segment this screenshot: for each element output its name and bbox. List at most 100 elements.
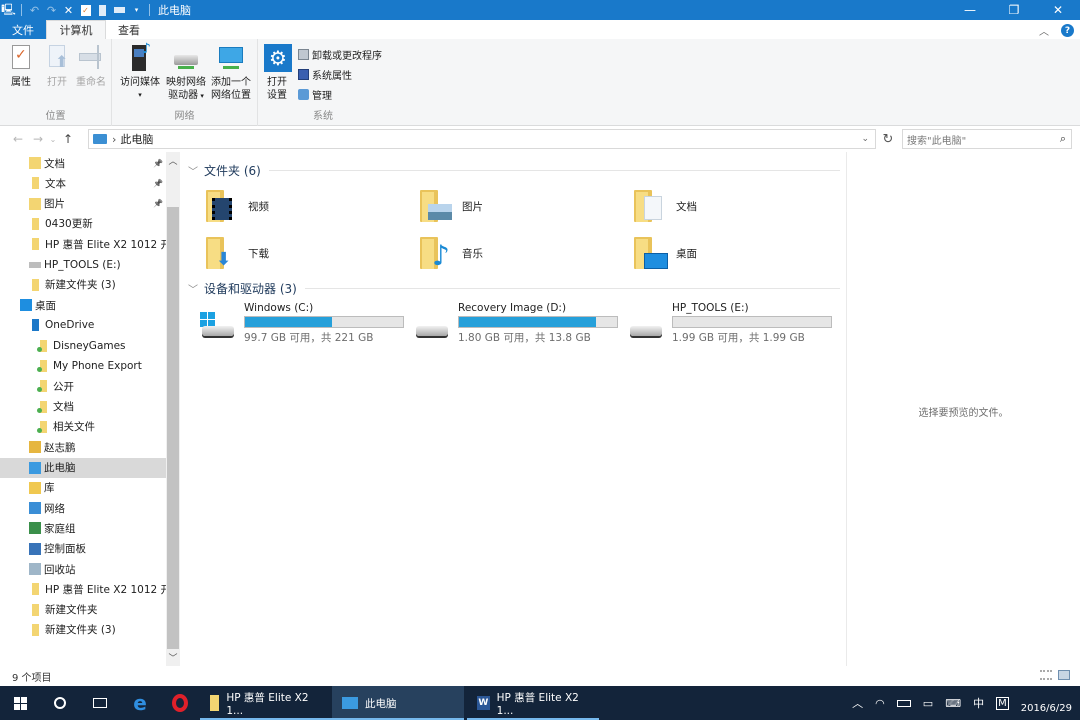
nav-item[interactable]: OneDrive bbox=[0, 315, 94, 335]
search-input[interactable]: 搜索"此电脑" ⌕ bbox=[902, 129, 1072, 149]
action-center-icon[interactable]: ▭ bbox=[923, 697, 933, 710]
nav-item[interactable]: 赵志鹏 bbox=[0, 437, 76, 457]
details-view-icon[interactable] bbox=[1040, 670, 1052, 680]
collapse-chevron-icon[interactable]: ﹀ bbox=[188, 281, 198, 296]
nav-item[interactable]: HP 惠普 Elite X2 1012 开箱 bbox=[0, 579, 166, 599]
access-media-button[interactable]: ♪ 访问媒体 ▾ bbox=[118, 42, 162, 102]
taskbar-app-word[interactable]: W HP 惠普 Elite X2 1... bbox=[467, 686, 599, 720]
pin-icon[interactable]: 📌 bbox=[153, 179, 163, 188]
address-field[interactable]: › 此电脑 ⌄ bbox=[88, 129, 876, 149]
edge-button[interactable]: e bbox=[120, 686, 160, 720]
nav-item[interactable]: 0430更新 bbox=[0, 214, 93, 234]
drives-section-header[interactable]: ﹀ 设备和驱动器 (3) bbox=[188, 280, 840, 297]
nav-item[interactable]: HP_TOOLS (E:) bbox=[0, 255, 121, 275]
recent-locations-button[interactable]: ⌄ bbox=[48, 135, 58, 144]
breadcrumb-this-pc[interactable]: 此电脑 bbox=[120, 131, 153, 147]
folder-tile[interactable]: ♪ 音乐 bbox=[418, 235, 483, 272]
delete-icon[interactable]: ✕ bbox=[60, 0, 77, 20]
redo-icon[interactable]: ↷ bbox=[43, 0, 60, 20]
clock[interactable]: 2016/6/29 bbox=[1021, 691, 1072, 715]
pin-icon[interactable]: 📌 bbox=[153, 159, 163, 168]
up-button[interactable]: ↑ bbox=[58, 132, 78, 146]
drive-tile[interactable]: Windows (C:) 99.7 GB 可用，共 221 GB bbox=[198, 302, 408, 348]
folder-tile[interactable]: ⬇ 下载 bbox=[204, 235, 269, 271]
wifi-icon[interactable]: ◠ bbox=[875, 697, 885, 710]
open-button[interactable]: ⬆ 打开 bbox=[42, 43, 72, 89]
minimize-button[interactable]: — bbox=[948, 0, 992, 20]
show-hidden-icons-chevron-icon[interactable]: ︿ bbox=[852, 695, 863, 711]
taskbar-app-explorer-folder[interactable]: HP 惠普 Elite X2 1... bbox=[200, 686, 332, 720]
tab-view[interactable]: 查看 bbox=[106, 20, 152, 39]
restore-button[interactable]: ❐ bbox=[992, 0, 1036, 20]
folders-section-header[interactable]: ﹀ 文件夹 (6) bbox=[188, 162, 840, 179]
folder-tile[interactable]: 视频 bbox=[204, 188, 269, 224]
collapse-chevron-icon[interactable]: ﹀ bbox=[188, 163, 198, 178]
folder-tile[interactable]: 图片 bbox=[418, 188, 483, 224]
drive-tile[interactable]: HP_TOOLS (E:) 1.99 GB 可用，共 1.99 GB bbox=[626, 302, 836, 348]
manage-button[interactable]: 管理 bbox=[298, 87, 332, 102]
nav-item[interactable]: My Phone Export bbox=[0, 356, 142, 376]
collapse-ribbon-icon[interactable]: ︿ bbox=[1039, 23, 1049, 38]
open-settings-button[interactable]: ⚙ 打开 设置 bbox=[262, 43, 292, 102]
nav-item[interactable]: 库 bbox=[0, 478, 55, 498]
nav-item[interactable]: 新建文件夹 bbox=[0, 600, 98, 620]
cortana-button[interactable] bbox=[40, 686, 80, 720]
folder-tile[interactable]: 文档 bbox=[632, 188, 697, 224]
address-dropdown-icon[interactable]: ⌄ bbox=[861, 134, 869, 144]
nav-item[interactable]: HP 惠普 Elite X2 1012 开箱 bbox=[0, 234, 166, 254]
touch-keyboard-icon[interactable]: ⌨ bbox=[945, 697, 961, 710]
rename-icon[interactable] bbox=[111, 0, 128, 20]
nav-item[interactable]: 网络 bbox=[0, 498, 65, 518]
system-properties-button[interactable]: 系统属性 bbox=[298, 67, 352, 82]
close-button[interactable]: ✕ bbox=[1036, 0, 1080, 20]
scroll-down-icon[interactable]: ﹀ bbox=[166, 651, 180, 664]
nav-item[interactable]: 文档 bbox=[0, 397, 74, 417]
tab-file[interactable]: 文件 bbox=[0, 20, 46, 39]
search-icon[interactable]: ⌕ bbox=[1060, 132, 1066, 146]
pin-icon[interactable]: 📌 bbox=[153, 199, 163, 208]
breadcrumb-separator[interactable]: › bbox=[112, 133, 116, 146]
nav-item[interactable]: 家庭组 bbox=[0, 518, 76, 538]
start-button[interactable] bbox=[0, 686, 40, 720]
rename-button[interactable]: 重命名 bbox=[74, 43, 108, 89]
refresh-button[interactable]: ↻ bbox=[878, 129, 898, 149]
drive-tile[interactable]: Recovery Image (D:) 1.80 GB 可用，共 13.8 GB bbox=[412, 302, 622, 348]
user-icon bbox=[29, 441, 41, 454]
uninstall-programs-button[interactable]: 卸载或更改程序 bbox=[298, 47, 382, 62]
scroll-thumb[interactable] bbox=[167, 207, 179, 649]
properties-check-icon[interactable]: ✓ bbox=[77, 0, 94, 20]
map-network-drive-button[interactable]: 映射网络 驱动器 ▾ bbox=[164, 43, 208, 103]
ime-mode-icon[interactable]: M bbox=[996, 696, 1009, 710]
nav-item[interactable]: 控制面板 bbox=[0, 539, 86, 559]
properties-button[interactable]: ✓ 属性 bbox=[6, 43, 36, 89]
battery-icon[interactable] bbox=[896, 699, 911, 707]
nav-item[interactable]: 桌面 bbox=[0, 295, 56, 315]
taskbar-app-this-pc[interactable]: 此电脑 bbox=[332, 686, 464, 720]
large-icons-view-icon[interactable] bbox=[1058, 670, 1070, 680]
nav-item[interactable]: 文档 📌 bbox=[0, 153, 163, 173]
nav-item[interactable]: 图片 📌 bbox=[0, 194, 163, 214]
nav-item[interactable]: 新建文件夹 (3) bbox=[0, 620, 116, 640]
new-folder-icon[interactable] bbox=[94, 0, 111, 20]
help-icon[interactable]: ? bbox=[1061, 24, 1074, 37]
nav-item[interactable]: 新建文件夹 (3) bbox=[0, 275, 116, 295]
nav-item[interactable]: 此电脑 bbox=[0, 457, 166, 478]
nav-item[interactable]: DisneyGames bbox=[0, 336, 126, 356]
nav-item[interactable]: 回收站 bbox=[0, 559, 76, 579]
nav-item[interactable]: 公开 bbox=[0, 376, 74, 396]
nav-scrollbar[interactable]: ︿ ﹀ bbox=[166, 152, 180, 666]
forward-button[interactable]: → bbox=[28, 132, 48, 146]
back-button[interactable]: ← bbox=[8, 132, 28, 146]
ime-indicator[interactable]: 中 bbox=[973, 695, 984, 711]
tab-computer[interactable]: 计算机 bbox=[46, 20, 106, 39]
nav-item[interactable]: 文本 📌 bbox=[0, 173, 163, 193]
customize-dropdown-icon[interactable]: ▾ bbox=[128, 0, 145, 20]
task-view-button[interactable] bbox=[80, 686, 120, 720]
scroll-up-icon[interactable]: ︿ bbox=[166, 154, 180, 167]
explorer-app-icon[interactable]: 🖳 bbox=[0, 0, 17, 20]
undo-icon[interactable]: ↶ bbox=[26, 0, 43, 20]
nav-item[interactable]: 相关文件 bbox=[0, 417, 95, 437]
folder-tile[interactable]: 桌面 bbox=[632, 235, 697, 271]
add-network-location-button[interactable]: 添加一个 网络位置 bbox=[208, 43, 254, 102]
opera-button[interactable] bbox=[160, 686, 200, 720]
